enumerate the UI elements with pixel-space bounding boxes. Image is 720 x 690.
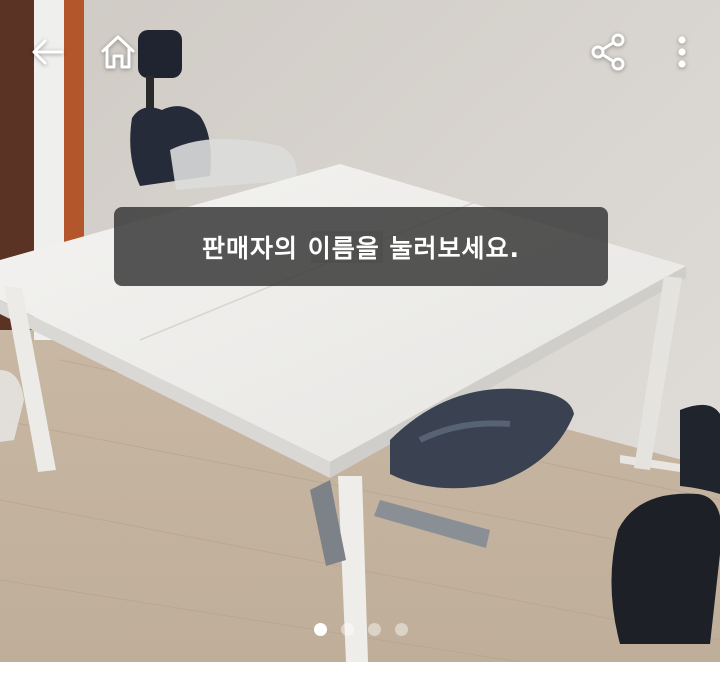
pagination-dot-4[interactable] <box>395 622 408 636</box>
pagination-dot-1[interactable] <box>314 622 327 636</box>
more-vert-icon <box>678 36 686 68</box>
seller-name-tooltip: 판매자의 이름을 눌러보세요. <box>114 207 608 286</box>
share-icon <box>591 33 625 71</box>
more-options-button[interactable] <box>654 24 710 80</box>
pagination-dot-3[interactable] <box>368 622 381 636</box>
home-icon <box>101 35 135 69</box>
bottom-strip <box>0 662 720 690</box>
home-button[interactable] <box>90 24 146 80</box>
share-button[interactable] <box>580 24 636 80</box>
product-photo[interactable] <box>0 0 720 662</box>
back-button[interactable] <box>20 24 76 80</box>
tooltip-text: 판매자의 이름을 눌러보세요. <box>202 233 520 263</box>
pagination-dot-2[interactable] <box>341 622 354 636</box>
image-pagination <box>0 621 720 637</box>
back-arrow-icon <box>32 39 64 65</box>
product-photo-image <box>0 0 720 662</box>
